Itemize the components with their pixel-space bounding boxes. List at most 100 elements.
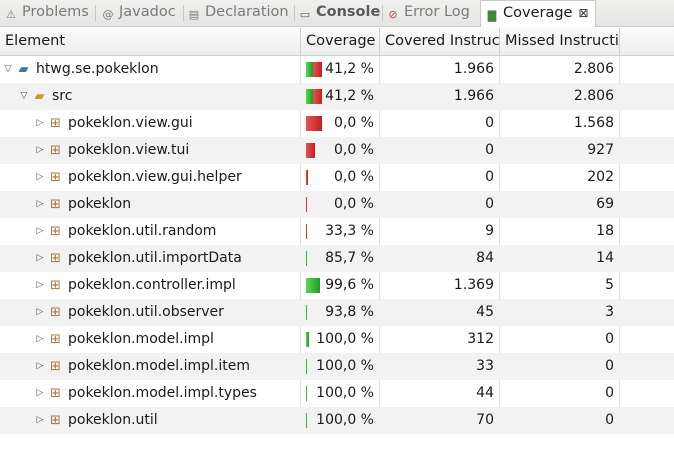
table-row[interactable]: ▷ ⊞ pokeklon.util.observer 93,8 % 45 3 — [0, 299, 674, 326]
covered-instructions: 0 — [485, 196, 494, 212]
coverage-bar — [306, 62, 322, 77]
covered-bar-segment — [306, 305, 307, 320]
element-name: pokeklon.model.impl.types — [68, 385, 257, 401]
coverage-icon: ▇ — [487, 9, 497, 22]
expand-right-icon[interactable]: ▷ — [34, 299, 46, 326]
expand-right-icon[interactable]: ▷ — [34, 407, 46, 434]
missed-instructions: 3 — [605, 304, 614, 320]
covered-instructions-cell: 45 — [380, 299, 499, 326]
coverage-percent: 0,0 % — [333, 169, 374, 185]
expand-right-icon[interactable]: ▷ — [34, 218, 46, 245]
covered-instructions: 0 — [485, 169, 494, 185]
table-row[interactable]: ▷ ⊞ pokeklon.model.impl 100,0 % 312 0 — [0, 326, 674, 353]
missed-instructions: 69 — [596, 196, 614, 212]
tab-declaration[interactable]: ▤ Declaration — [187, 0, 289, 25]
element-name: pokeklon.view.gui.helper — [68, 169, 242, 185]
table-row[interactable]: ▷ ⊞ pokeklon.view.gui.helper 0,0 % 0 202 — [0, 164, 674, 191]
element-cell: ▽ ▰ htwg.se.pokeklon — [0, 56, 300, 83]
covered-instructions-cell: 0 — [380, 137, 499, 164]
package-icon: ⊞ — [50, 116, 61, 131]
coverage-percent: 99,6 % — [325, 277, 374, 293]
coverage-cell: 0,0 % — [301, 164, 379, 191]
tab-javadoc[interactable]: @ Javadoc — [101, 0, 176, 25]
coverage-percent: 0,0 % — [333, 115, 374, 131]
table-row[interactable]: ▷ ⊞ pokeklon.view.gui 0,0 % 0 1.568 — [0, 110, 674, 137]
tab-separator — [183, 5, 184, 21]
table-row[interactable]: ▷ ⊞ pokeklon.model.impl.item 100,0 % 33 0 — [0, 353, 674, 380]
covered-instructions-cell: 9 — [380, 218, 499, 245]
column-divider[interactable] — [619, 28, 620, 55]
tab-label: Error Log — [404, 4, 470, 20]
covered-instructions-cell: 1.966 — [380, 83, 499, 110]
expand-right-icon[interactable]: ▷ — [34, 272, 46, 299]
column-covered-instructions[interactable]: Covered Instruc — [380, 28, 499, 55]
tab-coverage[interactable]: ▇ Coverage ⊠ — [480, 0, 596, 27]
package-icon: ⊞ — [50, 197, 61, 212]
element-cell: ▽ ▰ src — [0, 83, 300, 110]
tab-separator — [95, 5, 96, 21]
table-row[interactable]: ▷ ⊞ pokeklon.controller.impl 99,6 % 1.369 5 — [0, 272, 674, 299]
missed-instructions-cell: 1.568 — [500, 110, 619, 137]
tab-problems[interactable]: ⚠ Problems — [4, 0, 89, 25]
close-tab-icon[interactable]: ⊠ — [578, 6, 588, 20]
element-cell: ▷ ⊞ pokeklon.view.tui — [0, 137, 300, 164]
table-row[interactable]: ▷ ⊞ pokeklon.model.impl.types 100,0 % 44 0 — [0, 380, 674, 407]
expand-right-icon[interactable]: ▷ — [34, 353, 46, 380]
table-row[interactable]: ▷ ⊞ pokeklon.util 100,0 % 70 0 — [0, 407, 674, 434]
missed-instructions-cell: 5 — [500, 272, 619, 299]
tab-error-log[interactable]: ⊘ Error Log — [386, 0, 470, 25]
expand-right-icon[interactable]: ▷ — [34, 191, 46, 218]
tab-label: Problems — [22, 4, 89, 20]
covered-instructions-cell: 0 — [380, 110, 499, 137]
table-row[interactable]: ▷ ⊞ pokeklon.util.importData 85,7 % 84 14 — [0, 245, 674, 272]
covered-instructions-cell: 70 — [380, 407, 499, 434]
tab-console[interactable]: ▭ Console — [298, 0, 381, 25]
table-row[interactable]: ▷ ⊞ pokeklon.util.random 33,3 % 9 18 — [0, 218, 674, 245]
expand-right-icon[interactable]: ▷ — [34, 164, 46, 191]
coverage-cell: 41,2 % — [301, 56, 379, 83]
covered-instructions: 45 — [476, 304, 494, 320]
element-cell: ▷ ⊞ pokeklon.util.random — [0, 218, 300, 245]
missed-instructions-cell: 3 — [500, 299, 619, 326]
missed-bar-segment — [306, 224, 307, 239]
missed-instructions-cell: 0 — [500, 380, 619, 407]
coverage-cell: 33,3 % — [301, 218, 379, 245]
expand-right-icon[interactable]: ▷ — [34, 380, 46, 407]
element-cell: ▷ ⊞ pokeklon.model.impl.types — [0, 380, 300, 407]
error-log-icon: ⊘ — [388, 8, 398, 21]
expand-down-icon[interactable]: ▽ — [2, 56, 14, 83]
coverage-cell: 100,0 % — [301, 326, 379, 353]
column-header: Element Coverage Covered Instruc Missed … — [0, 28, 674, 56]
covered-bar-segment — [306, 332, 309, 347]
missed-instructions-cell: 2.806 — [500, 83, 619, 110]
package-icon: ⊞ — [50, 143, 61, 158]
missed-instructions: 14 — [596, 250, 614, 266]
missed-bar-segment — [306, 197, 307, 212]
expand-right-icon[interactable]: ▷ — [34, 326, 46, 353]
element-cell: ▷ ⊞ pokeklon.util — [0, 407, 300, 434]
covered-instructions-cell: 312 — [380, 326, 499, 353]
table-row[interactable]: ▽ ▰ htwg.se.pokeklon 41,2 % 1.966 2.806 — [0, 56, 674, 83]
coverage-bar — [306, 278, 322, 293]
coverage-bar — [306, 116, 322, 131]
declaration-icon: ▤ — [188, 8, 200, 21]
expand-right-icon[interactable]: ▷ — [34, 110, 46, 137]
expand-right-icon[interactable]: ▷ — [34, 245, 46, 272]
package-icon: ⊞ — [50, 224, 61, 239]
coverage-cell: 99,6 % — [301, 272, 379, 299]
table-row[interactable]: ▷ ⊞ pokeklon.view.tui 0,0 % 0 927 — [0, 137, 674, 164]
coverage-tree-table: ▽ ▰ htwg.se.pokeklon 41,2 % 1.966 2.806 ▽ ▰ src 4… — [0, 56, 674, 434]
column-element[interactable]: Element — [0, 28, 300, 55]
coverage-bar — [306, 89, 322, 104]
missed-instructions: 18 — [596, 223, 614, 239]
column-missed-instructions[interactable]: Missed Instructi — [500, 28, 619, 55]
expand-down-icon[interactable]: ▽ — [18, 83, 30, 110]
table-row[interactable]: ▷ ⊞ pokeklon 0,0 % 0 69 — [0, 191, 674, 218]
column-coverage[interactable]: Coverage — [301, 28, 379, 55]
expand-right-icon[interactable]: ▷ — [34, 137, 46, 164]
covered-bar-segment — [306, 386, 307, 401]
coverage-percent: 41,2 % — [325, 61, 374, 77]
package-icon: ⊞ — [50, 251, 61, 266]
coverage-cell: 0,0 % — [301, 137, 379, 164]
table-row[interactable]: ▽ ▰ src 41,2 % 1.966 2.806 — [0, 83, 674, 110]
